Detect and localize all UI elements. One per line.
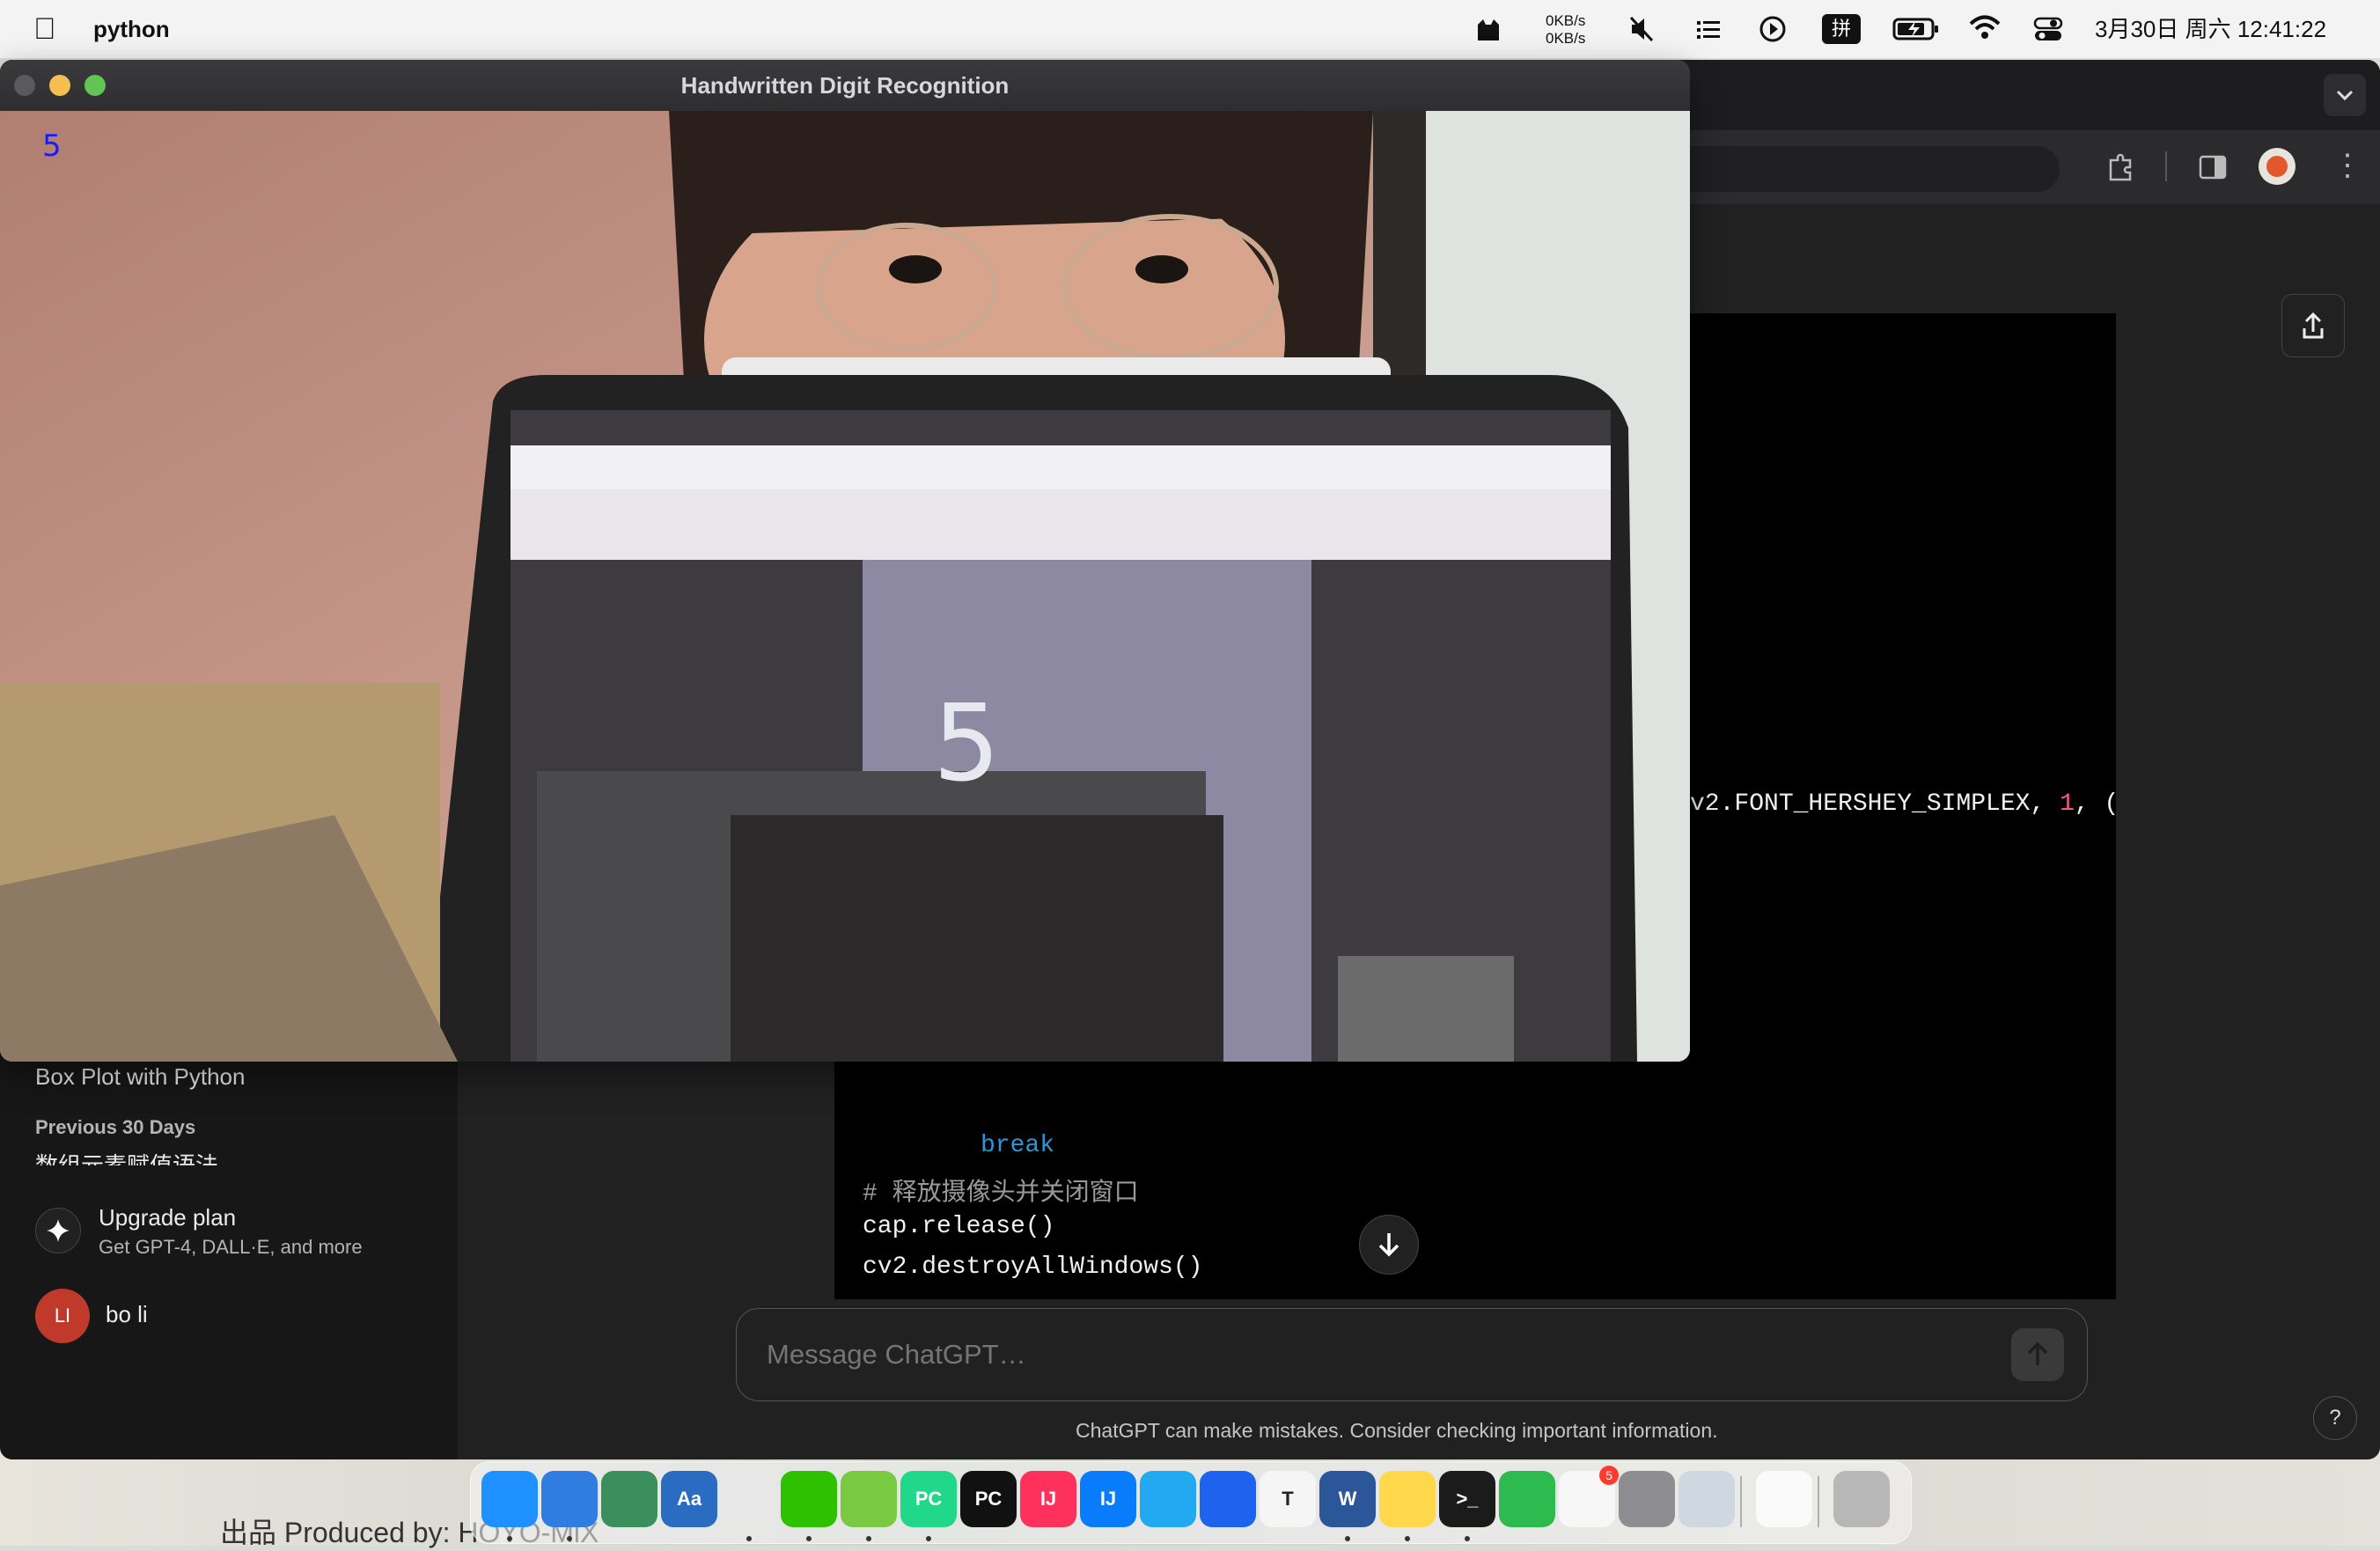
message-composer[interactable] xyxy=(736,1308,2088,1401)
share-icon xyxy=(2303,312,2324,339)
dock: Aa PC PC IJ IJ T W >_ 5 xyxy=(470,1461,1912,1544)
history-section-label: Previous 30 Days xyxy=(35,1116,196,1138)
list-icon[interactable] xyxy=(1695,0,1722,58)
sparkle-icon xyxy=(35,1208,81,1253)
upgrade-title: Upgrade plan xyxy=(99,1204,237,1231)
terminal-icon[interactable]: >_ xyxy=(1439,1471,1495,1527)
running-indicator xyxy=(866,1536,871,1541)
upgrade-plan-button[interactable]: Upgrade plan Get GPT-4, DALL·E, and more xyxy=(21,1195,444,1269)
system-settings-icon[interactable] xyxy=(1619,1471,1675,1527)
preview-icon[interactable] xyxy=(1678,1471,1735,1527)
profile-avatar[interactable] xyxy=(2259,148,2296,185)
typora-icon[interactable]: T xyxy=(1260,1471,1316,1527)
active-app-name[interactable]: python xyxy=(93,0,170,58)
dictionary-icon[interactable]: Aa xyxy=(661,1471,717,1527)
notes-icon[interactable] xyxy=(1379,1471,1436,1527)
net-down-text: 0KB/s xyxy=(1546,30,1586,47)
chrome-icon[interactable] xyxy=(721,1471,777,1527)
finder-icon[interactable] xyxy=(481,1471,538,1527)
help-button[interactable]: ? xyxy=(2313,1396,2357,1440)
running-indicator xyxy=(926,1536,931,1541)
wifi-icon[interactable] xyxy=(1968,0,2002,58)
message-input[interactable] xyxy=(765,1332,1913,1378)
net-up-text: 0KB/s xyxy=(1546,12,1586,29)
intellij-ce-icon[interactable]: IJ xyxy=(1080,1471,1136,1527)
running-indicator xyxy=(507,1536,512,1541)
running-indicator xyxy=(746,1536,752,1541)
webcam-frame-image: 5 xyxy=(0,111,1690,1062)
intellij-icon[interactable]: IJ xyxy=(1020,1471,1076,1527)
running-indicator xyxy=(1405,1536,1410,1541)
vscode-icon[interactable] xyxy=(1140,1471,1196,1527)
side-panel-icon[interactable] xyxy=(2197,151,2229,187)
scroll-to-bottom-button[interactable] xyxy=(1359,1215,1419,1275)
control-center-icon[interactable] xyxy=(2033,0,2063,58)
running-indicator xyxy=(1345,1536,1350,1541)
apple-icon[interactable]:  xyxy=(33,0,56,58)
code-font-text: v2.FONT_HERSHEY_SIMPLEX, xyxy=(1690,790,2060,818)
aichat-icon[interactable] xyxy=(841,1471,897,1527)
arrow-down-icon xyxy=(1378,1233,1399,1257)
pycharm-icon[interactable]: PC xyxy=(900,1471,957,1527)
network-speed[interactable]: 0KB/s 0KB/s xyxy=(1546,12,1585,48)
user-name: bo li xyxy=(106,1301,148,1327)
running-indicator xyxy=(806,1536,812,1541)
running-indicator xyxy=(1465,1536,1470,1541)
docker-icon[interactable] xyxy=(1200,1471,1256,1527)
trash-icon[interactable] xyxy=(1833,1471,1890,1527)
play-circle-icon[interactable] xyxy=(1759,0,1787,58)
code-line-break: break xyxy=(981,1132,1055,1159)
svg-text:5: 5 xyxy=(933,683,1000,805)
toolbar-divider xyxy=(2165,151,2167,181)
camera-window-title: Handwritten Digit Recognition xyxy=(680,72,1010,99)
code-line-release: cap.release() xyxy=(863,1213,1055,1240)
mindnode-icon[interactable] xyxy=(601,1471,657,1527)
camera-feed: 5 xyxy=(0,111,1690,1062)
numbers-icon[interactable] xyxy=(1499,1471,1555,1527)
running-indicator xyxy=(567,1536,572,1541)
predicted-digit-label: 5 xyxy=(42,129,62,164)
input-method-icon[interactable]: 拼 xyxy=(1822,14,1861,44)
chevron-down-icon xyxy=(2336,90,2354,101)
menubar-clock[interactable]: 3月30日 周六 12:41:22 xyxy=(2095,0,2326,58)
tab-search-button[interactable] xyxy=(2324,74,2366,116)
profile-avatar-image xyxy=(2266,156,2288,177)
user-avatar: LI xyxy=(35,1289,90,1343)
reminders-badge: 5 xyxy=(1599,1466,1619,1485)
share-button[interactable] xyxy=(2281,294,2345,357)
qq-icon[interactable] xyxy=(541,1471,598,1527)
dock-separator xyxy=(1740,1476,1742,1527)
history-item-truncated[interactable]: 数组元素赋值语法 xyxy=(35,1153,422,1165)
browser-menu-icon[interactable]: ⋮ xyxy=(2332,150,2362,181)
code-line-destroy: cv2.destroyAllWindows() xyxy=(863,1253,1203,1281)
pycharm-ce-icon[interactable]: PC xyxy=(960,1471,1017,1527)
cat-status-icon[interactable] xyxy=(1475,0,1502,58)
send-button[interactable] xyxy=(2011,1328,2064,1381)
camera-window: Handwritten Digit Recognition 5 5 xyxy=(0,60,1690,1062)
history-item[interactable]: Box Plot with Python xyxy=(35,1063,245,1091)
camera-window-titlebar[interactable]: Handwritten Digit Recognition xyxy=(0,60,1690,111)
dock-separator xyxy=(1818,1476,1819,1527)
code-font-scale: 1 xyxy=(2060,790,2075,818)
arrow-up-icon xyxy=(2027,1342,2048,1365)
battery-icon[interactable] xyxy=(1892,0,1940,58)
extensions-icon[interactable] xyxy=(2104,150,2139,189)
wechat-icon[interactable] xyxy=(781,1471,837,1527)
document-icon[interactable] xyxy=(1756,1471,1812,1527)
disclaimer-text: ChatGPT can make mistakes. Consider chec… xyxy=(1076,1419,1718,1442)
code-line-font: v2.FONT_HERSHEY_SIMPLEX, 1, ( xyxy=(1690,790,2119,818)
upgrade-subtitle: Get GPT-4, DALL·E, and more xyxy=(99,1236,363,1258)
word-icon[interactable]: W xyxy=(1319,1471,1376,1527)
mute-icon[interactable] xyxy=(1628,0,1655,58)
code-line-comment: # 释放摄像头并关闭窗口 xyxy=(863,1180,1139,1208)
menu-bar:  python 0KB/s 0KB/s 拼 3月30日 周六 12:41:22 xyxy=(0,0,2380,59)
code-font-tail: , ( xyxy=(2074,790,2119,818)
user-menu-button[interactable]: LI bo li xyxy=(21,1280,444,1350)
